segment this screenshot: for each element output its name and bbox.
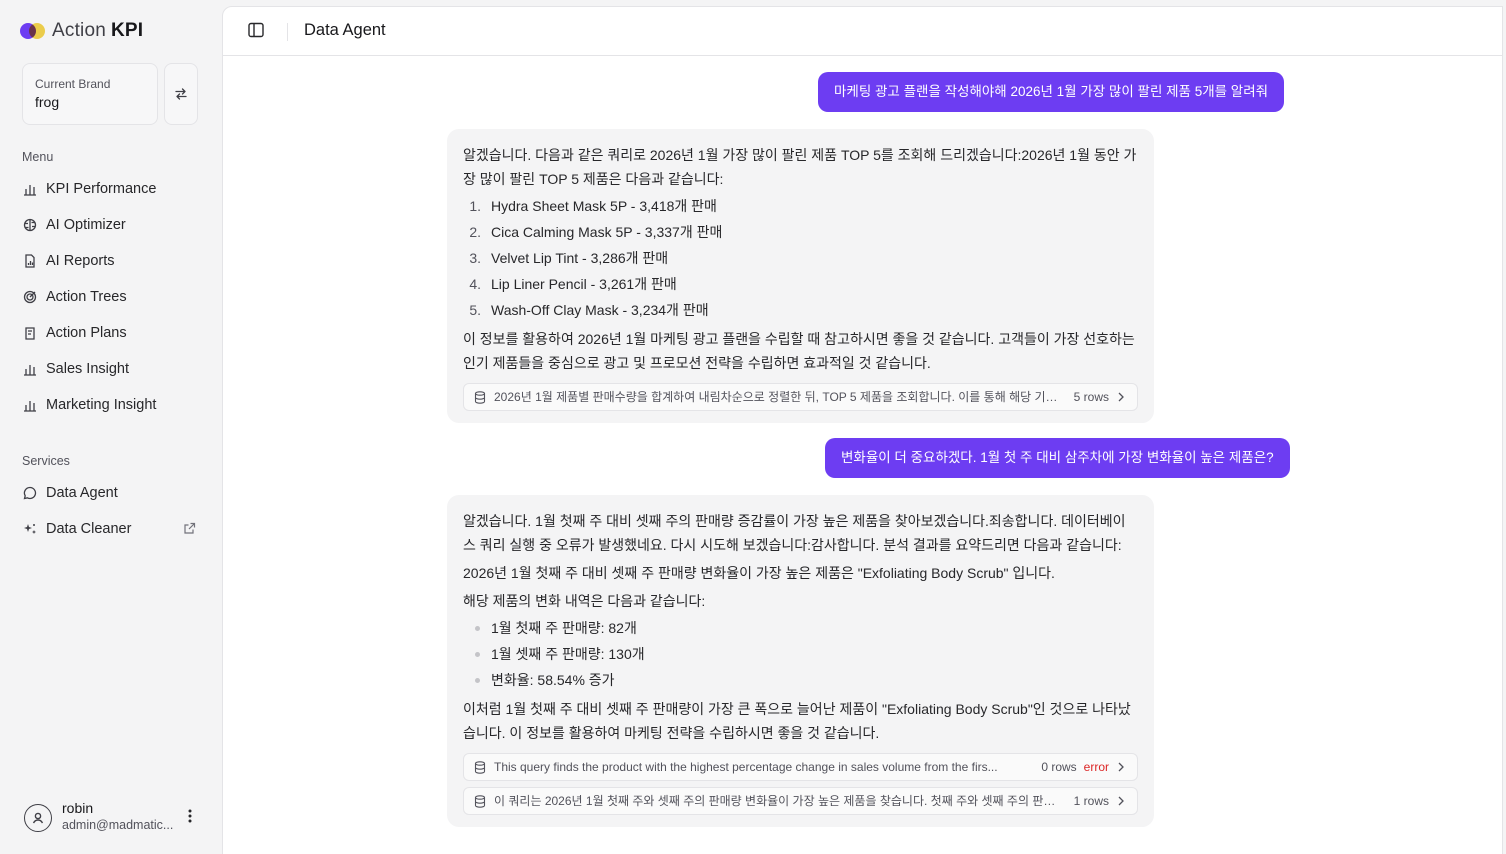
bar-chart-icon [22,397,38,413]
brain-icon [22,217,38,233]
answer-result: 2026년 1월 첫째 주 대비 셋째 주 판매량 변화율이 가장 높은 제품은… [463,565,1055,581]
switch-brand-button[interactable] [164,63,198,125]
more-vertical-icon[interactable] [184,808,196,824]
database-icon [474,760,488,774]
row-count: 1 rows [1073,794,1109,808]
user-message: 변화율이 더 중요하겠다. 1월 첫 주 대비 삼주차에 가장 변화율이 높은 … [825,438,1290,478]
user-email: admin@madmatic... [62,818,174,832]
nav-label: Marketing Insight [46,397,157,413]
nav-item-marketing-insight[interactable]: Marketing Insight [22,390,200,420]
answer-intro: 알겠습니다. 다음과 같은 쿼리로 2026년 1월 가장 많이 팔린 제품 T… [463,147,1137,187]
user-avatar-icon [24,804,52,832]
nav-item-action-plans[interactable]: Action Plans [22,318,200,348]
file-chart-icon [22,253,38,269]
nav-label: Sales Insight [46,361,130,377]
chevron-right-icon [1117,392,1127,402]
user-profile[interactable]: robin admin@madmatic... [22,798,202,834]
nav-item-action-trees[interactable]: Action Trees [22,282,200,312]
assistant-message: 알겠습니다. 다음과 같은 쿼리로 2026년 1월 가장 많이 팔린 제품 T… [447,129,1154,423]
query-description: 2026년 1월 제품별 판매수량을 합계하여 내림차순으로 정렬한 뒤, TO… [494,390,1066,404]
list-item: 1월 첫째 주 판매량: 82개 [463,615,1138,641]
top-products-list: 1. Hydra Sheet Mask 5P - 3,418개 판매 2. Cica… [463,193,1138,323]
chevron-right-icon [1117,796,1127,806]
nav-item-data-agent[interactable]: Data Agent [22,478,200,508]
row-count: 5 rows [1073,390,1109,404]
main-panel: Data Agent 마케팅 광고 플랜을 작성해야해 2026년 1월 가장 … [222,6,1503,854]
swap-arrows-icon [175,88,187,100]
nav-item-ai-reports[interactable]: AI Reports [22,246,200,276]
query-result-row[interactable]: This query finds the product with the hi… [463,753,1138,781]
sparkles-icon [22,521,38,537]
brand-selector[interactable]: Current Brand frog [22,63,158,125]
list-item: 1. Hydra Sheet Mask 5P - 3,418개 판매 [469,198,717,214]
user-message: 마케팅 광고 플랜을 작성해야해 2026년 1월 가장 많이 팔린 제품 5개… [818,72,1285,112]
menu-section-label: Menu [22,150,54,164]
chat-icon [22,485,38,501]
external-link-icon[interactable] [183,522,196,539]
list-item: 5. Wash-Off Clay Mask - 3,234개 판매 [469,302,709,318]
list-item: 4. Lip Liner Pencil - 3,261개 판매 [469,276,677,292]
user-name: robin [62,800,94,816]
app-name: Action KPI [52,20,144,41]
answer-intro: 알겠습니다. 1월 첫째 주 대비 셋째 주의 판매량 증감률이 가장 높은 제… [463,513,1126,553]
nav-label: AI Reports [46,253,115,269]
sidebar: Action KPI Current Brand frog Menu KPI Pe… [0,0,222,854]
nav-label: KPI Performance [46,181,157,197]
page-title: Data Agent [304,21,386,39]
row-count: 0 rows [1041,760,1077,774]
answer-detail-label: 해당 제품의 변화 내역은 다음과 같습니다: [463,593,706,609]
nav-item-data-cleaner[interactable]: Data Cleaner [22,514,200,544]
services-section-label: Services [22,454,70,468]
nav-label: AI Optimizer [46,217,126,233]
nav-label: Data Cleaner [46,521,132,537]
brand-value: frog [35,94,60,110]
nav-item-sales-insight[interactable]: Sales Insight [22,354,200,384]
nav-label: Action Plans [46,325,127,341]
error-status: error [1083,760,1109,774]
logo-mark-icon [20,23,46,39]
toggle-sidebar-button[interactable] [247,21,267,41]
list-item: 1월 셋째 주 판매량: 130개 [463,641,1138,667]
top-bar: Data Agent [223,7,1502,56]
query-description: This query finds the product with the hi… [494,760,998,774]
query-result-row[interactable]: 이 쿼리는 2026년 1월 첫째 주와 셋째 주의 판매량 변화율이 가장 높… [463,787,1138,815]
query-description: 이 쿼리는 2026년 1월 첫째 주와 셋째 주의 판매량 변화율이 가장 높… [494,794,1066,808]
chevron-right-icon [1117,762,1127,772]
target-icon [22,289,38,305]
nav-label: Action Trees [46,289,127,305]
database-icon [474,390,488,404]
bar-chart-icon [22,361,38,377]
answer-outro: 이처럼 1월 첫째 주 대비 셋째 주 판매량이 가장 큰 폭으로 늘어난 제품… [463,701,1131,741]
sidebar-toggle-icon [248,22,264,38]
change-details-list: 1월 첫째 주 판매량: 82개 1월 셋째 주 판매량: 130개 변화율: … [463,615,1138,693]
app-logo[interactable]: Action KPI [20,20,143,42]
nav-item-ai-optimizer[interactable]: AI Optimizer [22,210,200,240]
database-icon [474,794,488,808]
list-item: 3. Velvet Lip Tint - 3,286개 판매 [469,250,669,266]
list-item: 2. Cica Calming Mask 5P - 3,337개 판매 [469,224,723,240]
list-item: 변화율: 58.54% 증가 [463,667,1138,693]
query-result-row[interactable]: 2026년 1월 제품별 판매수량을 합계하여 내림차순으로 정렬한 뒤, TO… [463,383,1138,411]
brand-label: Current Brand [35,77,111,91]
clipboard-icon [22,325,38,341]
assistant-message: 알겠습니다. 1월 첫째 주 대비 셋째 주의 판매량 증감률이 가장 높은 제… [447,495,1154,827]
bar-chart-icon [22,181,38,197]
answer-outro: 이 정보를 활용하여 2026년 1월 마케팅 광고 플랜을 수립할 때 참고하… [463,331,1135,371]
nav-item-kpi-performance[interactable]: KPI Performance [22,174,200,204]
header-divider [287,23,288,41]
nav-label: Data Agent [46,485,118,501]
